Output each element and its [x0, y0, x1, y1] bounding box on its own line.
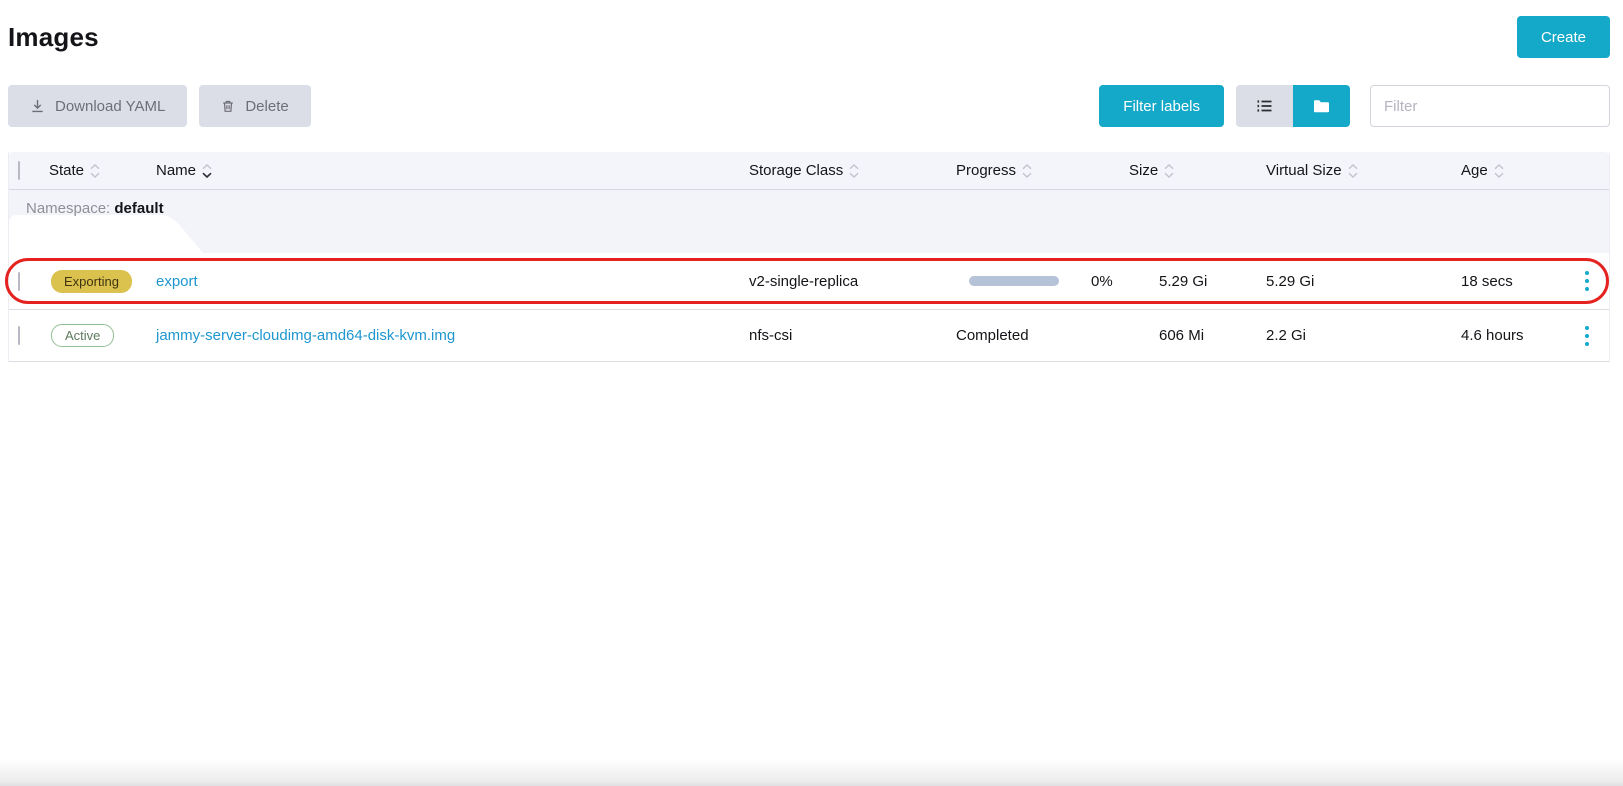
toolbar: Download YAML Delete Filter labels — [8, 85, 1610, 127]
bulk-actions: Download YAML Delete — [8, 85, 311, 127]
virtual-size-cell: 2.2 Gi — [1253, 327, 1451, 344]
delete-label: Delete — [245, 98, 288, 115]
create-button[interactable]: Create — [1517, 16, 1610, 58]
state-badge: Active — [51, 324, 114, 347]
namespace-group-header: Namespace: default — [9, 190, 1609, 253]
column-header-name[interactable]: Name — [149, 162, 734, 179]
download-icon — [30, 98, 45, 114]
row-actions-button[interactable] — [1581, 267, 1593, 295]
size-cell: 606 Mi — [1123, 327, 1253, 344]
size-cell: 5.29 Gi — [1123, 273, 1253, 290]
namespace-group-label: Namespace: default — [9, 190, 1609, 228]
images-table: State Name Storage Class Progress — [8, 152, 1610, 362]
progress-bar — [969, 276, 1059, 286]
filter-labels-button[interactable]: Filter labels — [1099, 85, 1224, 127]
download-yaml-button[interactable]: Download YAML — [8, 85, 187, 127]
table-controls: Filter labels — [1099, 85, 1610, 127]
list-icon — [1256, 98, 1273, 114]
table-row: Active jammy-server-cloudimg-amd64-disk-… — [9, 310, 1609, 362]
sort-icon — [849, 164, 859, 178]
grouped-view-button[interactable] — [1293, 85, 1350, 127]
column-header-progress[interactable]: Progress — [949, 162, 1123, 179]
folder-icon — [1313, 99, 1330, 114]
age-cell: 4.6 hours — [1451, 327, 1563, 344]
filter-input[interactable] — [1370, 85, 1610, 127]
storage-class-cell: v2-single-replica — [734, 273, 949, 290]
progress-cell: Completed — [949, 327, 1123, 344]
namespace-name: default — [114, 200, 163, 217]
column-header-storage-class[interactable]: Storage Class — [734, 162, 949, 179]
table-header: State Name Storage Class Progress — [9, 152, 1609, 190]
kebab-icon — [1585, 326, 1589, 330]
column-header-state[interactable]: State — [43, 162, 149, 179]
sort-icon — [1022, 164, 1032, 178]
image-name-link[interactable]: export — [156, 273, 198, 290]
view-toggle — [1236, 85, 1350, 127]
page-title: Images — [8, 22, 99, 53]
sort-icon — [1494, 164, 1504, 178]
top-bar: Images Create — [0, 0, 1623, 58]
row-actions-button[interactable] — [1581, 322, 1593, 350]
sort-icon — [90, 164, 100, 178]
column-header-age[interactable]: Age — [1451, 162, 1563, 179]
column-header-virtual-size[interactable]: Virtual Size — [1253, 162, 1451, 179]
download-yaml-label: Download YAML — [55, 98, 165, 115]
age-cell: 18 secs — [1451, 273, 1563, 290]
storage-class-cell: nfs-csi — [734, 327, 949, 344]
virtual-size-cell: 5.29 Gi — [1253, 273, 1451, 290]
row-checkbox[interactable] — [18, 326, 20, 345]
progress-percent: 0% — [1091, 273, 1113, 290]
state-badge: Exporting — [51, 270, 132, 293]
row-checkbox[interactable] — [18, 272, 20, 291]
flat-list-view-button[interactable] — [1236, 85, 1293, 127]
sort-active-icon — [202, 164, 212, 178]
delete-button[interactable]: Delete — [199, 85, 310, 127]
table-row: Exporting export v2-single-replica 0% 5.… — [9, 253, 1609, 310]
trash-icon — [221, 99, 235, 114]
sort-icon — [1348, 164, 1358, 178]
select-all-checkbox[interactable] — [18, 161, 20, 180]
progress-cell: 0% — [949, 273, 1123, 290]
kebab-icon — [1585, 271, 1589, 275]
image-name-link[interactable]: jammy-server-cloudimg-amd64-disk-kvm.img — [156, 327, 455, 344]
sort-icon — [1164, 164, 1174, 178]
column-header-size[interactable]: Size — [1123, 162, 1253, 179]
bottom-fade — [0, 758, 1623, 786]
